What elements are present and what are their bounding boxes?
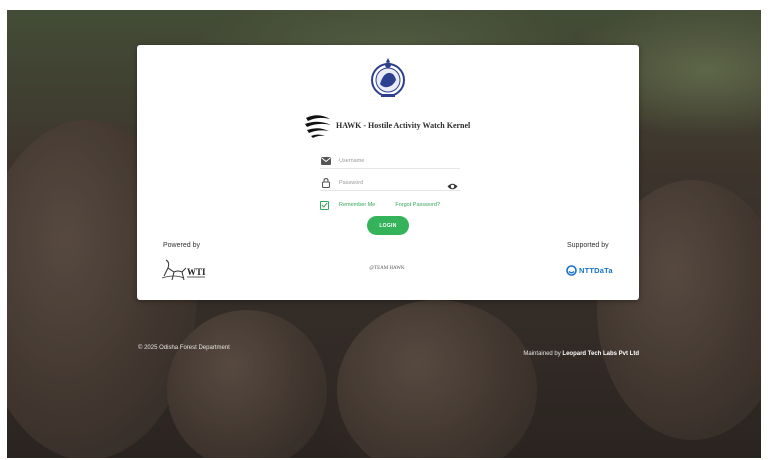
- wti-logo-text: WTI: [187, 267, 206, 277]
- supported-by-label: Supported by: [567, 242, 609, 249]
- password-input[interactable]: [339, 176, 449, 189]
- maintained-by-prefix: Maintained by: [523, 351, 561, 357]
- username-input[interactable]: [339, 154, 449, 167]
- lock-icon: [320, 177, 331, 188]
- brand: HAWK - Hostile Activity Watch Kernel: [304, 110, 470, 140]
- maintained-by-company: Leopard Tech Labs Pvt Ltd: [562, 351, 639, 357]
- powered-by-label: Powered by: [163, 242, 200, 249]
- password-field[interactable]: [320, 175, 460, 191]
- checkbox-icon[interactable]: [320, 200, 329, 210]
- login-button[interactable]: LOGIN: [367, 216, 409, 235]
- eye-icon[interactable]: [447, 178, 458, 190]
- ntt-data-logo-text: NTTDaTa: [579, 265, 613, 275]
- odisha-emblem-icon: [371, 58, 405, 97]
- remember-me-label[interactable]: Remember Me: [339, 202, 375, 208]
- forgot-password-link[interactable]: Forgot Password?: [395, 202, 440, 208]
- copyright-text: © 2025 Odisha Forest Department: [138, 345, 230, 351]
- wti-logo-icon: WTI: [161, 259, 206, 281]
- username-field[interactable]: [320, 153, 460, 169]
- hawk-logo-icon: [305, 115, 331, 138]
- ntt-data-logo: NTTDaTa: [566, 264, 613, 276]
- team-hawk-label: @TEAM HAWK: [369, 266, 405, 271]
- login-options: Remember Me Forgot Password?: [320, 199, 470, 211]
- maintained-by-text: Maintained by Leopard Tech Labs Pvt Ltd: [523, 351, 639, 357]
- app-title: HAWK - Hostile Activity Watch Kernel: [336, 120, 471, 130]
- ntt-data-logo-icon: [566, 264, 577, 276]
- envelope-icon: [320, 155, 331, 166]
